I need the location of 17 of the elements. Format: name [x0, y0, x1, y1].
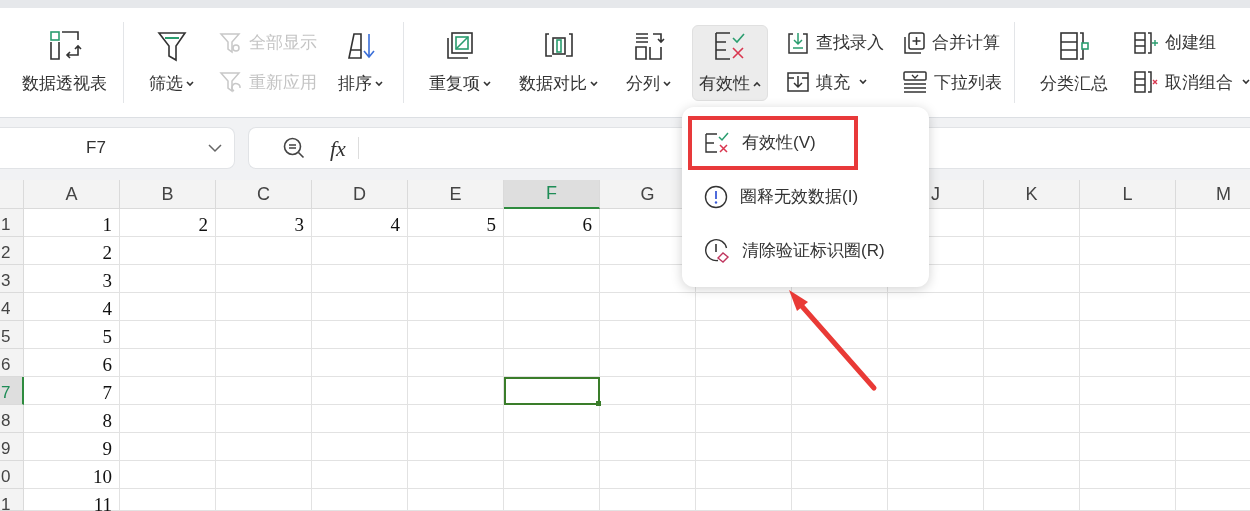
table-cell: 2 — [120, 209, 216, 237]
table-cell: 2 — [24, 237, 120, 265]
table-cell: 3 — [24, 265, 120, 293]
table-cell: 6 — [504, 209, 600, 237]
table-cell: 4 — [24, 293, 120, 321]
table-cell: 10 — [24, 461, 120, 489]
table-cell: 5 — [408, 209, 504, 237]
table-cell: 3 — [216, 209, 312, 237]
table-cell: 11 — [24, 489, 120, 511]
table-cell: 7 — [24, 377, 120, 405]
table-cell: 9 — [24, 433, 120, 461]
table-cell: 4 — [312, 209, 408, 237]
cell-reference: F7 — [86, 137, 106, 160]
table-cell: 8 — [24, 405, 120, 433]
table-cell: 6 — [24, 349, 120, 377]
table-cell: 5 — [24, 321, 120, 349]
table-cell: 1 — [24, 209, 120, 237]
